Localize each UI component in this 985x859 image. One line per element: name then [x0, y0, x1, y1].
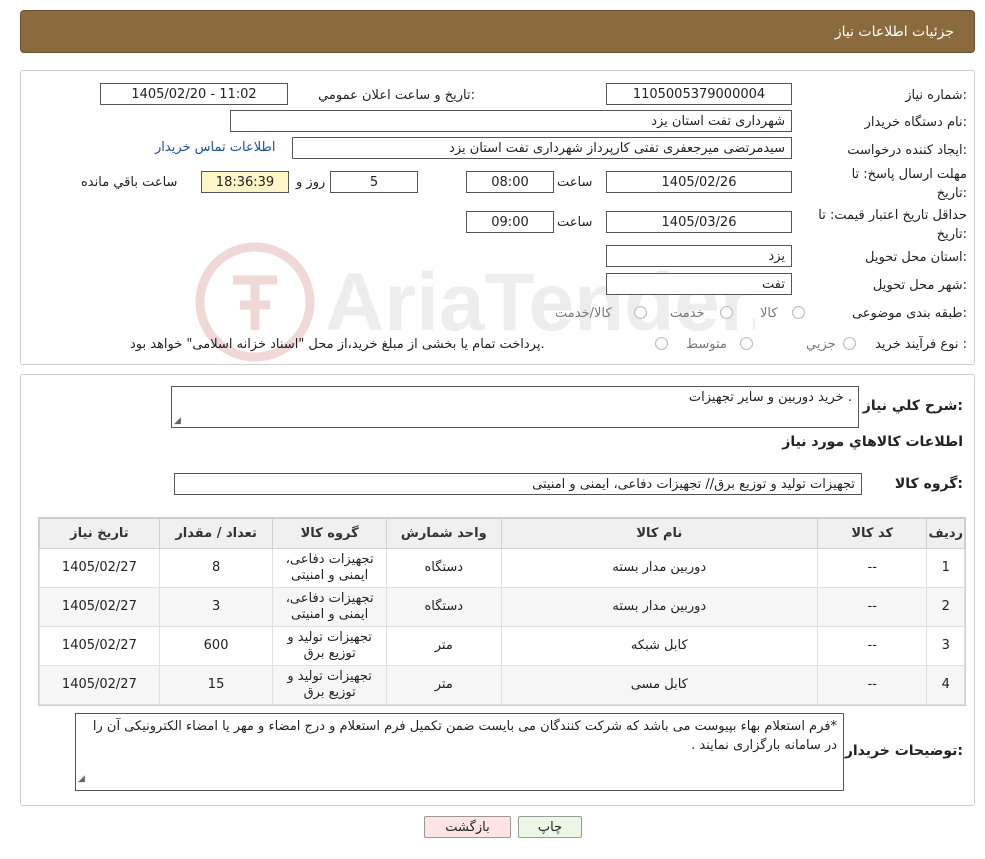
page-title: جزئیات اطلاعات نیاز	[834, 23, 954, 40]
deadline-label: مهلت ارسال پاسخ: تا تاریخ:	[851, 167, 967, 201]
cell-unit: دستگاه	[385, 548, 502, 588]
header-goods-code: كد كالا	[816, 518, 928, 549]
cell-row-number: 3	[926, 626, 965, 666]
cell-need-date: 1405/02/27	[39, 665, 160, 705]
category-label: طبقه بندی موضوعی:	[851, 306, 967, 321]
header-goods-name: نام كالا	[500, 518, 818, 549]
cell-goods-name: دوربین مدار بسته	[500, 587, 818, 627]
goods-table-wrapper: رديف كد كالا نام كالا واحد شمارش گروه كا…	[38, 517, 966, 706]
category-service-label: خدمت	[670, 306, 705, 321]
cell-goods-group: تجهیزات تولید و توزیع برق	[272, 626, 387, 666]
goods-info-title: اطلاعات كالاهاي مورد نياز	[782, 434, 963, 450]
process-minor-radio[interactable]	[843, 337, 856, 350]
resize-handle-icon[interactable]: ◢	[78, 770, 85, 789]
process-label: نوع فرآيند خريد :	[875, 337, 967, 352]
cell-goods-name: کابل مسی	[500, 665, 818, 705]
cell-quantity: 3	[158, 587, 274, 627]
need-number-field: 1105005379000004	[606, 83, 792, 105]
table-row: 2 -- دوربین مدار بسته دستگاه تجهیزات دفا…	[39, 587, 965, 627]
process-medium-label: متوسط	[686, 337, 727, 352]
buyer-label: نام دستگاه خريدار:	[864, 115, 967, 130]
cell-quantity: 15	[158, 665, 274, 705]
province-field: یزد	[606, 245, 792, 267]
cell-row-number: 1	[926, 548, 965, 588]
print-button[interactable]: چاپ	[518, 816, 582, 838]
resize-handle-icon[interactable]: ◢	[174, 416, 181, 426]
remaining-time-field: 18:36:39	[201, 171, 289, 193]
table-row: 3 -- کابل شبکه متر تجهیزات تولید و توزیع…	[39, 626, 965, 666]
cell-unit: متر	[385, 626, 502, 666]
cell-need-date: 1405/02/27	[39, 626, 160, 666]
deadline-time-label: ساعت	[557, 175, 593, 190]
days-remaining-field: 5	[330, 171, 418, 193]
cell-need-date: 1405/02/27	[39, 548, 160, 588]
table-row: 4 -- کابل مسی متر تجهیزات تولید و توزیع …	[39, 665, 965, 705]
buyer-field: شهرداری تفت استان یزد	[230, 110, 792, 132]
city-label: شهر محل تحويل:	[872, 278, 967, 293]
summary-text: خرید دوربین و سایر تجهیزات .	[688, 390, 852, 405]
cell-goods-name: کابل شبکه	[500, 626, 818, 666]
announce-label: تاريخ و ساعت اعلان عمومي:	[318, 88, 475, 103]
cell-goods-group: تجهیزات تولید و توزیع برق	[272, 665, 387, 705]
buyer-notes-textarea[interactable]: *فرم استعلام بهاء بپیوست می باشد که شرکت…	[75, 713, 844, 791]
cell-goods-group: تجهیزات دفاعی، ایمنی و امنیتی	[272, 548, 387, 588]
process-medium-radio[interactable]	[740, 337, 753, 350]
summary-label: شرح كلي نياز:	[862, 398, 963, 414]
header-goods-group: گروه كالا	[272, 518, 387, 549]
cell-quantity: 600	[158, 626, 274, 666]
category-both-label: کالا/خدمت	[555, 306, 612, 321]
goods-group-label: گروه كالا:	[894, 476, 963, 492]
validity-time-label: ساعت	[557, 215, 593, 230]
header-unit: واحد شمارش	[385, 518, 502, 549]
validity-date-field: 1405/03/26	[606, 211, 792, 233]
creator-label: ايجاد کننده درخواست:	[847, 143, 967, 158]
validity-label: حداقل تاريخ اعتبار قيمت: تا تاریخ:	[818, 208, 967, 242]
category-goods-label: کالا	[760, 306, 778, 321]
deadline-date-field: 1405/02/26	[606, 171, 792, 193]
cell-unit: دستگاه	[385, 587, 502, 627]
cell-goods-code: --	[816, 665, 928, 705]
process-minor-label: جزيي	[806, 337, 836, 352]
cell-row-number: 2	[926, 587, 965, 627]
goods-group-field: تجهیزات تولید و توزیع برق// تجهیزات دفاع…	[174, 473, 862, 495]
cell-goods-group: تجهیزات دفاعی، ایمنی و امنیتی	[272, 587, 387, 627]
header-quantity: تعداد / مقدار	[158, 518, 274, 549]
deadline-time-field: 08:00	[466, 171, 554, 193]
table-row: 1 -- دوربین مدار بسته دستگاه تجهیزات دفا…	[39, 548, 965, 588]
category-both-radio[interactable]	[634, 306, 647, 319]
header-row-number: رديف	[926, 518, 965, 549]
goods-table: رديف كد كالا نام كالا واحد شمارش گروه كا…	[39, 518, 965, 705]
process-note: پرداخت تمام يا بخشی از مبلغ خريد،از محل …	[130, 337, 545, 352]
cell-need-date: 1405/02/27	[39, 587, 160, 627]
cell-goods-name: دوربین مدار بسته	[500, 548, 818, 588]
cell-goods-code: --	[816, 548, 928, 588]
page-header: جزئیات اطلاعات نیاز	[20, 10, 975, 53]
cell-goods-code: --	[816, 626, 928, 666]
buyer-notes-label: توضيحات خريدار:	[844, 743, 963, 759]
buyer-notes-text: *فرم استعلام بهاء بپیوست می باشد که شرکت…	[92, 719, 837, 753]
category-goods-radio[interactable]	[792, 306, 805, 319]
category-service-radio[interactable]	[720, 306, 733, 319]
back-button[interactable]: بازگشت	[424, 816, 511, 838]
days-label: روز و	[296, 175, 326, 190]
treasury-checkbox[interactable]	[655, 337, 668, 350]
cell-row-number: 4	[926, 665, 965, 705]
table-header-row: رديف كد كالا نام كالا واحد شمارش گروه كا…	[39, 518, 965, 549]
validity-time-field: 09:00	[466, 211, 554, 233]
province-label: استان محل تحويل:	[865, 250, 967, 265]
remaining-label: ساعت باقي مانده	[81, 175, 178, 190]
cell-unit: متر	[385, 665, 502, 705]
buyer-contact-link[interactable]: اطلاعات تماس خريدار	[155, 140, 275, 155]
header-need-date: تاريخ نياز	[39, 518, 160, 549]
summary-textarea[interactable]: خرید دوربین و سایر تجهیزات . ◢	[171, 386, 859, 428]
cell-quantity: 8	[158, 548, 274, 588]
need-number-label: شماره نیاز:	[905, 88, 967, 103]
creator-field: سیدمرتضی میرجعفری تفتی کارپرداز شهرداری …	[292, 137, 792, 159]
announce-datetime-field: 1405/02/20 - 11:02	[100, 83, 288, 105]
city-field: تفت	[606, 273, 792, 295]
cell-goods-code: --	[816, 587, 928, 627]
